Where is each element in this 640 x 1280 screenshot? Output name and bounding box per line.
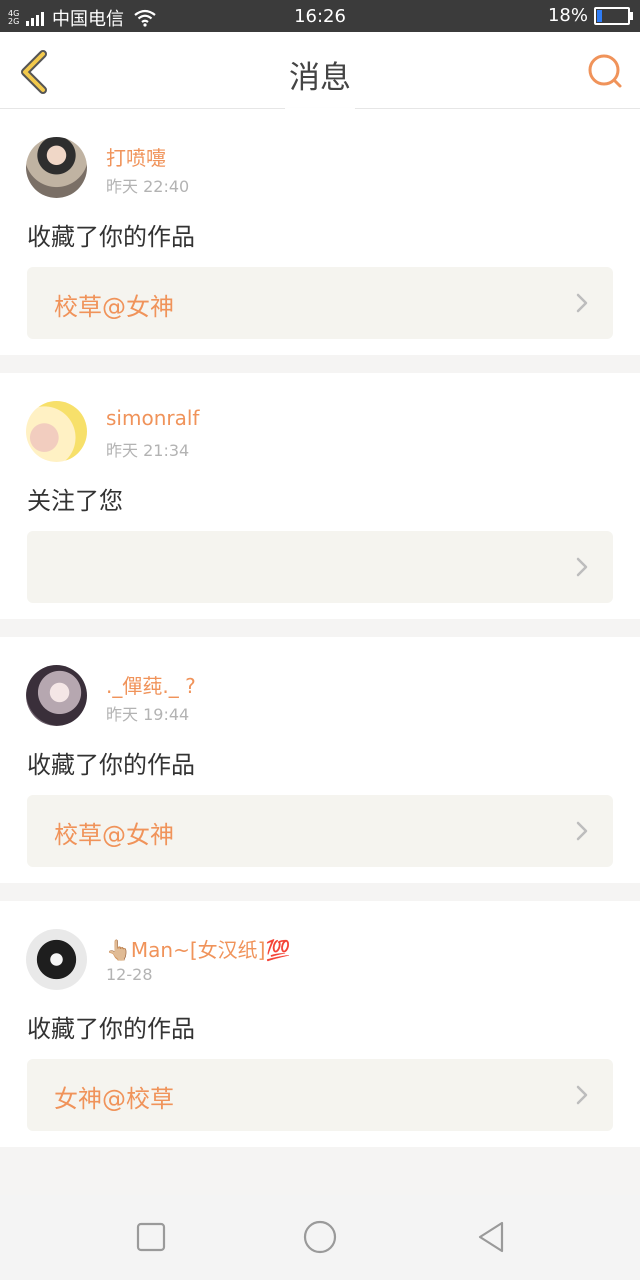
page-title: 消息 [289, 60, 351, 96]
recent-apps-icon[interactable] [134, 1220, 168, 1254]
work-link[interactable]: 女神@校草 [27, 1059, 613, 1131]
clock: 16:26 [294, 6, 346, 27]
action-text: 收藏了你的作品 [27, 223, 195, 251]
work-title: 校草@女神 [54, 293, 174, 321]
chevron-right-icon [576, 557, 588, 577]
notification-list: 打喷嚏 昨天 22:40 收藏了你的作品 校草@女神 simonralf 昨天 … [0, 109, 640, 1165]
username[interactable]: simonralf [106, 406, 199, 430]
timestamp: 昨天 19:44 [106, 705, 190, 724]
status-bar: 4G 2G 中国电信 16:26 18% [0, 0, 640, 32]
battery-percent: 18% [547, 5, 588, 26]
work-title: 校草@女神 [54, 821, 174, 849]
battery-icon [594, 6, 633, 25]
timestamp: 12-28 [106, 965, 153, 984]
action-text: 收藏了你的作品 [27, 751, 195, 779]
search-icon[interactable] [586, 52, 624, 90]
timestamp: 昨天 22:40 [106, 177, 190, 196]
chevron-right-icon [576, 821, 588, 841]
username[interactable]: 打喷嚏 [106, 142, 166, 171]
action-text: 关注了您 [27, 487, 123, 515]
chevron-right-icon [576, 293, 588, 313]
avatar[interactable] [26, 929, 87, 990]
system-nav-bar [0, 1195, 640, 1280]
avatar[interactable] [26, 665, 87, 726]
username[interactable]: 👆🏼Man~[女汉纸]💯 [106, 934, 290, 963]
app-header: 消息 [0, 32, 640, 109]
status-right: 18% [547, 5, 633, 26]
avatar[interactable] [26, 137, 87, 198]
timestamp: 昨天 21:34 [106, 441, 190, 460]
notification-card: simonralf 昨天 21:34 关注了您 [0, 373, 640, 619]
work-link[interactable]: 校草@女神 [27, 267, 613, 339]
username[interactable]: ._僤莼._ ? [106, 670, 196, 699]
chevron-right-icon [576, 1085, 588, 1105]
work-link[interactable] [27, 531, 613, 603]
action-text: 收藏了你的作品 [27, 1015, 195, 1043]
home-icon[interactable] [303, 1220, 337, 1254]
work-title: 女神@校草 [54, 1085, 174, 1113]
battery-fill [597, 9, 602, 22]
notification-card: 👆🏼Man~[女汉纸]💯 12-28 收藏了你的作品 女神@校草 [0, 901, 640, 1147]
work-link[interactable]: 校草@女神 [27, 795, 613, 867]
notification-card: 打喷嚏 昨天 22:40 收藏了你的作品 校草@女神 [0, 109, 640, 355]
notification-card: ._僤莼._ ? 昨天 19:44 收藏了你的作品 校草@女神 [0, 637, 640, 883]
avatar[interactable] [26, 401, 87, 462]
back-triangle-icon[interactable] [474, 1220, 508, 1254]
